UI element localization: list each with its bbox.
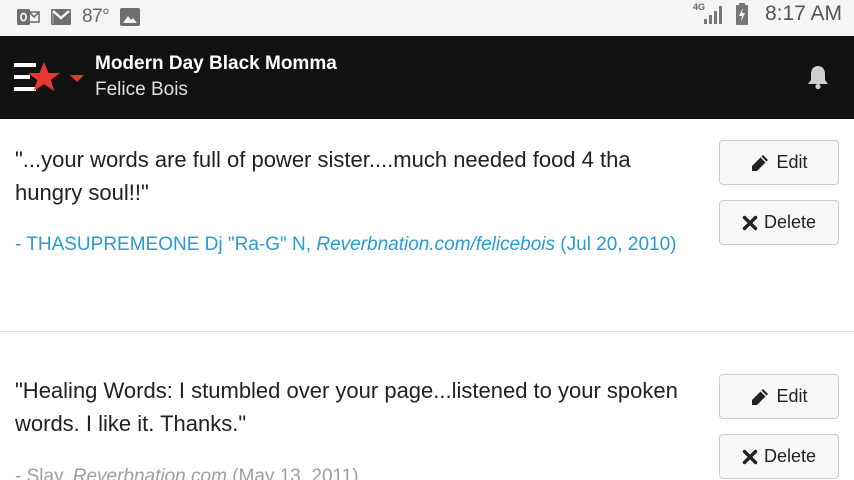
status-left: 87° bbox=[16, 6, 141, 28]
testimonial-quote: "...your words are full of power sister.… bbox=[15, 147, 631, 205]
attribution-author: - Slay, bbox=[15, 466, 73, 480]
edit-button[interactable]: Edit bbox=[719, 140, 839, 185]
status-bar: 87° 4G 8:17 AM bbox=[0, 0, 854, 36]
attribution-date: (May 13, 2011) bbox=[226, 466, 359, 480]
attribution-site-link[interactable]: Reverbnation.com bbox=[73, 466, 227, 480]
testimonial-quote: "Healing Words: I stumbled over your pag… bbox=[15, 378, 678, 436]
battery-icon bbox=[735, 2, 749, 26]
signal-icon: 4G bbox=[693, 2, 725, 26]
edit-button[interactable]: Edit bbox=[719, 374, 839, 419]
pencil-icon bbox=[752, 154, 769, 171]
network-type: 4G bbox=[692, 2, 705, 12]
app-subtitle: Felice Bois bbox=[95, 79, 188, 100]
clock: 8:17 AM bbox=[764, 2, 842, 25]
notifications-bell-icon[interactable] bbox=[806, 64, 830, 95]
close-icon bbox=[742, 215, 758, 230]
pencil-icon bbox=[752, 388, 769, 405]
app-title: Modern Day Black Momma bbox=[95, 53, 337, 74]
testimonial-entry: "Healing Words: I stumbled over your pag… bbox=[0, 333, 854, 480]
status-right: 4G 8:17 AM bbox=[693, 2, 842, 26]
app-bar: Modern Day Black Momma Felice Bois bbox=[0, 36, 854, 119]
attribution-site-link[interactable]: Reverbnation.com/felicebois bbox=[316, 234, 555, 255]
delete-button[interactable]: Delete bbox=[719, 434, 839, 479]
testimonial-attribution: - Slay, Reverbnation.com (May 13, 2011) bbox=[15, 462, 695, 480]
delete-label: Delete bbox=[763, 212, 817, 232]
weather-temperature: 87° bbox=[82, 6, 110, 27]
delete-label: Delete bbox=[763, 446, 817, 466]
testimonial-attribution: - THASUPREMEONE Dj "Ra-G" N, Reverbnatio… bbox=[15, 230, 695, 259]
delete-button[interactable]: Delete bbox=[719, 200, 839, 245]
gallery-icon bbox=[119, 7, 141, 27]
gmail-icon bbox=[50, 8, 72, 26]
testimonial-entry: "...your words are full of power sister.… bbox=[0, 119, 854, 332]
app-menu-logo[interactable] bbox=[14, 60, 84, 96]
edit-label: Edit bbox=[776, 152, 808, 172]
close-icon bbox=[742, 449, 758, 464]
attribution-author: - THASUPREMEONE Dj "Ra-G" N, bbox=[15, 234, 317, 255]
attribution-date: (Jul 20, 2010) bbox=[555, 234, 677, 255]
edit-label: Edit bbox=[776, 386, 808, 406]
outlook-icon bbox=[16, 7, 40, 27]
star-logo-icon bbox=[14, 62, 84, 91]
